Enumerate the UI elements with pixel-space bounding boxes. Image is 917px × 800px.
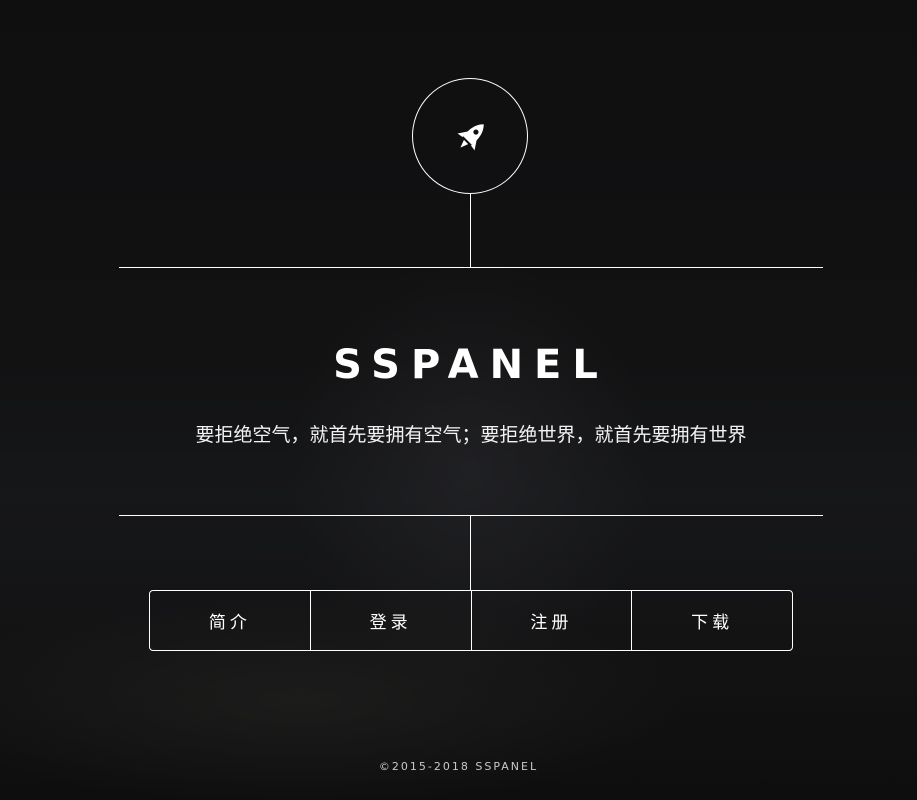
nav-register-button[interactable]: 注册: [472, 591, 633, 650]
connector-line-top: [470, 194, 471, 268]
divider-bottom: [119, 515, 823, 516]
main-nav: 简介 登录 注册 下载: [149, 590, 793, 651]
divider-top: [119, 267, 823, 268]
rocket-icon: [457, 124, 484, 151]
landing-page: SSPANEL 要拒绝空气，就首先要拥有空气；要拒绝世界，就首先要拥有世界 简介…: [0, 0, 917, 800]
nav-intro-button[interactable]: 简介: [150, 591, 311, 650]
footer-copyright: ©2015-2018 SSPANEL: [378, 760, 539, 773]
connector-line-bottom: [470, 515, 471, 591]
nav-login-button[interactable]: 登录: [311, 591, 472, 650]
nav-download-button[interactable]: 下载: [632, 591, 792, 650]
page-subtitle: 要拒绝空气，就首先要拥有空气；要拒绝世界，就首先要拥有世界: [195, 424, 747, 446]
page-title: SSPANEL: [333, 342, 609, 388]
logo-circle: [412, 78, 528, 194]
